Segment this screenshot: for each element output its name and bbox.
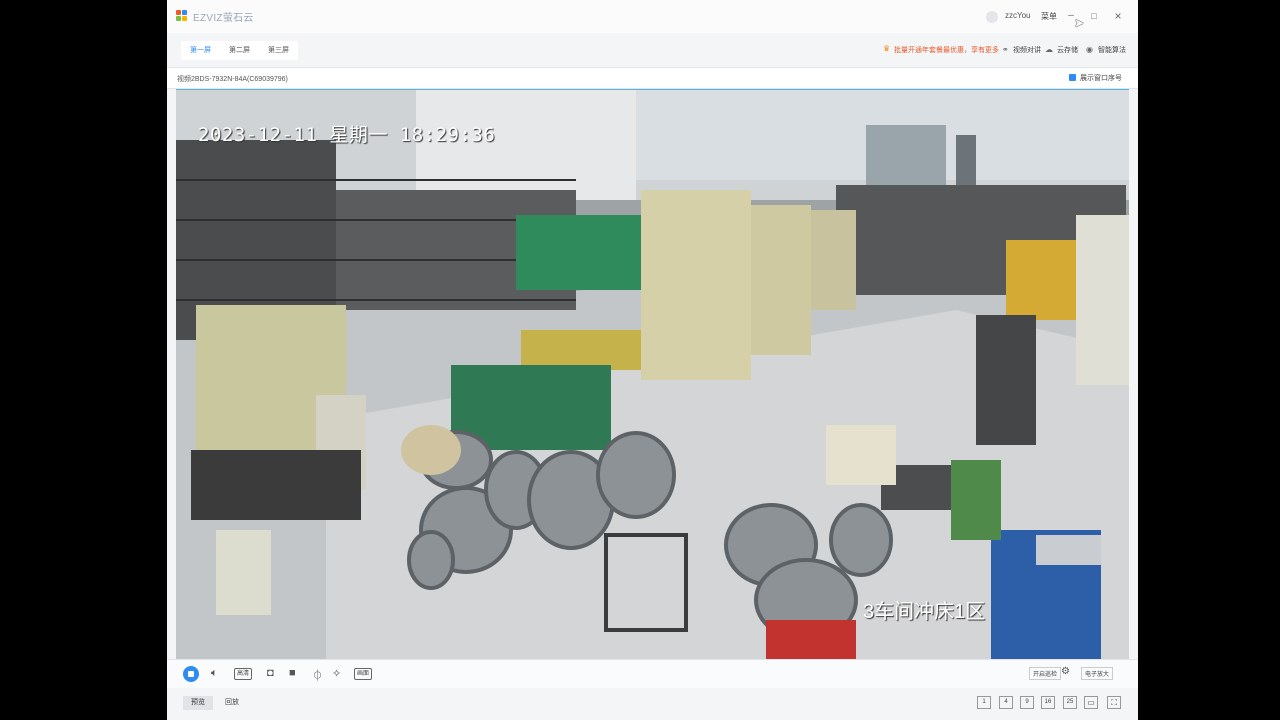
app-brand: EZVIZ萤石云	[193, 13, 254, 24]
ai-icon: ◉	[1086, 45, 1093, 54]
tab-screen-3[interactable]: 第三屏	[259, 41, 298, 60]
volume-icon[interactable]: 🔈︎	[211, 667, 218, 680]
user-name[interactable]: zzcYou	[1005, 11, 1031, 20]
video-feed[interactable]: 2023-12-11 星期一 18:29:36 3车间冲床1区	[176, 89, 1129, 659]
snapshot-icon[interactable]: ◘	[267, 667, 274, 679]
layout-25-button[interactable]: 25	[1063, 696, 1077, 709]
title-bar: EZVIZ萤石云 zzcYou 菜单 – □ × ➤	[167, 0, 1138, 33]
microphone-icon[interactable]: ⏀	[312, 667, 323, 683]
cloud-icon: ☁	[1045, 45, 1053, 54]
crown-icon: ♛	[883, 44, 891, 53]
promo-link[interactable]: 批量开通年套餐最优惠，享有更多	[894, 45, 999, 55]
screen-button[interactable]: 画面	[354, 668, 373, 680]
menu-button[interactable]: 菜单	[1041, 11, 1057, 22]
avatar[interactable]	[986, 11, 998, 23]
show-window-number-checkbox[interactable]	[1069, 74, 1076, 81]
tool-intercom[interactable]: 视频对讲	[1013, 45, 1041, 55]
tab-screen-2[interactable]: 第二屏	[220, 41, 259, 60]
quality-button[interactable]: 高清	[234, 668, 253, 680]
link-icon: ⚭	[1002, 45, 1009, 54]
digital-zoom-button[interactable]: 电子放大	[1081, 667, 1114, 680]
custom-layout-icon[interactable]: ▭	[1084, 696, 1098, 709]
gear-icon[interactable]: ⚙	[1061, 666, 1070, 677]
layout-1-button[interactable]: 1	[977, 696, 991, 709]
osd-timestamp: 2023-12-11 星期一 18:29:36	[198, 124, 496, 146]
tab-screen-1[interactable]: 第一屏	[181, 41, 220, 60]
tool-cloud-storage[interactable]: 云存储	[1057, 45, 1078, 55]
inspection-button[interactable]: 开启巡检	[1029, 667, 1062, 680]
mouse-cursor-icon: ➤	[1074, 16, 1085, 30]
ezviz-logo-icon	[176, 10, 188, 22]
footer-bar: 预览 回放 1 4 9 16 25 ▭ ⛶	[167, 688, 1138, 720]
fullscreen-icon[interactable]: ⛶	[1107, 696, 1121, 709]
device-row: 视频2BDS-7932N-84A(C69039796) 展示窗口序号	[167, 68, 1138, 89]
playback-mode-button[interactable]: 回放	[217, 696, 247, 710]
screen-tabs: 第一屏 第二屏 第三屏	[181, 41, 298, 60]
ptz-icon[interactable]: ✧	[332, 667, 341, 680]
osd-zone-label: 3车间冲床1区	[863, 601, 986, 623]
playback-control-bar: 🔈︎ 高清 ◘ ■ ⏀ ✧ 画面 开启巡检 ⚙ 电子放大	[167, 659, 1138, 688]
tool-smart-algorithm[interactable]: 智能算法	[1098, 45, 1126, 55]
close-button[interactable]: ×	[1111, 9, 1125, 23]
preview-mode-button[interactable]: 预览	[183, 696, 213, 710]
layout-16-button[interactable]: 16	[1041, 696, 1055, 709]
device-name: 视频2BDS-7932N-84A(C69039796)	[177, 76, 288, 83]
factory-scene	[176, 90, 1129, 659]
show-window-number-label[interactable]: 展示窗口序号	[1080, 73, 1122, 83]
layout-9-button[interactable]: 9	[1020, 696, 1034, 709]
maximize-button[interactable]: □	[1087, 9, 1101, 23]
record-icon[interactable]: ■	[289, 667, 296, 679]
layout-4-button[interactable]: 4	[999, 696, 1013, 709]
app-window: EZVIZ萤石云 zzcYou 菜单 – □ × ➤ 第一屏 第二屏 第三屏 ♛…	[167, 0, 1138, 720]
stop-button[interactable]	[183, 666, 199, 682]
